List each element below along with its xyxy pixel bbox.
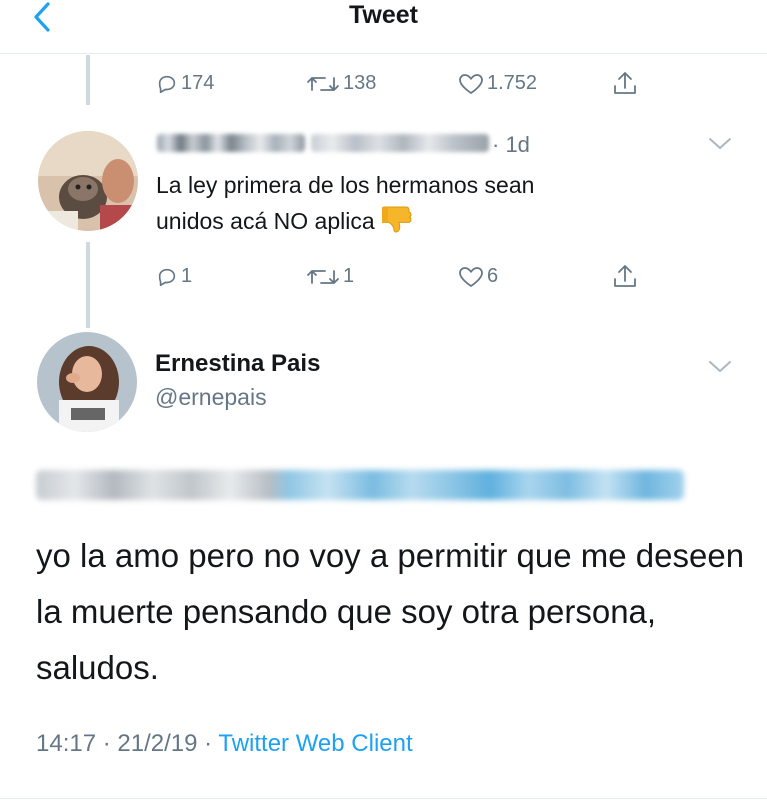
avatar[interactable]: [37, 332, 137, 432]
like-count: 1.752: [487, 72, 538, 94]
thread-line: [86, 55, 90, 105]
reply-tweet-text: La ley primera de los hermanos sean unid…: [156, 167, 534, 245]
main-tweet-text: yo la amo pero no voy a permitir que me …: [36, 537, 745, 686]
reply-action[interactable]: 1: [156, 265, 192, 288]
tweet-time: · 1d: [492, 132, 530, 157]
display-name[interactable]: Ernestina Pais: [155, 350, 320, 378]
retweet-icon: [307, 76, 339, 91]
heart-icon: [459, 266, 483, 287]
share-icon: [614, 265, 636, 287]
heart-icon: [459, 73, 483, 94]
blurred-replying-to: [36, 470, 684, 500]
handle[interactable]: @ernepais: [155, 384, 267, 411]
reply-icon: [158, 268, 176, 286]
reply-icon: [158, 75, 176, 93]
thread-line: [86, 242, 90, 328]
blurred-handle: [311, 134, 489, 152]
retweet-action[interactable]: 1: [306, 265, 354, 288]
blurred-display-name: [157, 134, 305, 152]
share-action[interactable]: [612, 263, 638, 291]
more-options-button[interactable]: [708, 360, 732, 379]
divider: [0, 798, 767, 799]
chevron-down-icon: [709, 138, 731, 149]
reply-count: 1: [181, 265, 193, 287]
like-count: 6: [487, 265, 499, 287]
retweet-action[interactable]: 138: [306, 72, 376, 95]
top-bar: Tweet: [0, 0, 767, 54]
reply-count: 174: [181, 72, 215, 94]
page-title: Tweet: [349, 1, 418, 29]
share-icon: [614, 72, 636, 94]
retweet-icon: [307, 269, 339, 284]
more-options-button[interactable]: [708, 137, 732, 156]
reply-action[interactable]: 174: [156, 72, 214, 95]
like-action[interactable]: 1.752: [458, 72, 537, 95]
retweet-count: 1: [343, 265, 355, 287]
thumbs-down-icon: [381, 203, 413, 245]
tweet-meta: 14:17 · 21/2/19 · Twitter Web Client: [36, 730, 413, 758]
retweet-count: 138: [343, 72, 377, 94]
share-action[interactable]: [612, 70, 638, 98]
chevron-down-icon: [709, 361, 731, 372]
client-link[interactable]: Twitter Web Client: [218, 730, 412, 757]
like-action[interactable]: 6: [458, 265, 498, 288]
tweet-timestamp: 14:17 · 21/2/19 ·: [36, 730, 219, 757]
avatar[interactable]: [38, 131, 138, 231]
